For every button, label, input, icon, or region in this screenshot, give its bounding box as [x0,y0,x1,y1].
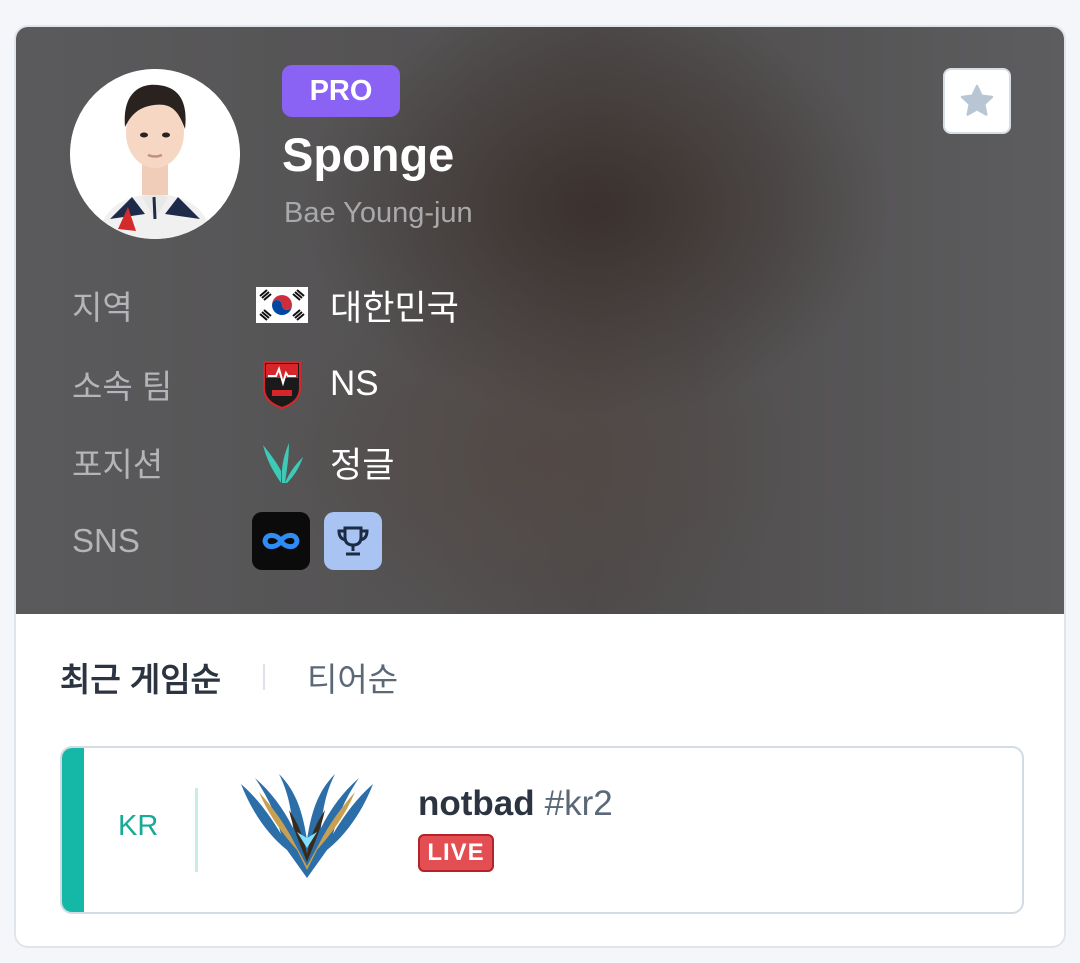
live-badge[interactable]: LIVE [418,834,494,872]
tab-recent-games[interactable]: 최근 게임순 [60,653,221,701]
account-card[interactable]: KR notbad #kr2 LIVE [60,746,1024,914]
position-label: 포지션 [72,446,164,483]
tab-tier[interactable]: 티어순 [307,653,398,701]
account-accent-bar [62,748,84,912]
summoner-name[interactable]: notbad [418,784,535,823]
position-row: 포지션 정글 [72,432,394,492]
trophy-link-icon[interactable] [324,512,382,570]
tab-divider [262,664,265,690]
sns-label: SNS [72,522,140,559]
pro-badge: PRO [282,65,400,117]
south-korea-flag-icon [252,275,312,335]
sns-row: SNS [72,511,396,571]
player-avatar [70,69,240,239]
team-row: 소속 팀 NS [72,354,379,414]
region-divider [195,788,198,872]
star-icon [960,84,994,116]
player-profile-card: PRO Sponge Bae Young-jun 지역 대한민국 소속 팀 NS… [14,25,1066,948]
player-nickname: Sponge [282,128,455,181]
team-logo-icon[interactable] [252,354,312,414]
challenger-emblem-icon [237,770,377,882]
account-region: KR [118,810,159,842]
team-value: NS [330,364,379,403]
team-label: 소속 팀 [72,368,173,405]
favorite-button[interactable] [943,68,1011,134]
infinity-link-icon[interactable] [252,512,310,570]
player-real-name: Bae Young-jun [284,197,473,229]
region-value: 대한민국 [330,288,459,328]
position-value: 정글 [330,445,395,485]
jungle-position-icon [252,432,312,492]
region-label: 지역 [72,289,133,326]
sort-tabs: 최근 게임순 티어순 [60,647,398,707]
profile-header: PRO Sponge Bae Young-jun 지역 대한민국 소속 팀 NS… [16,27,1064,614]
summoner-id: notbad #kr2 [418,784,613,824]
summoner-tag: #kr2 [544,784,613,823]
region-row: 지역 대한민국 [72,275,459,335]
